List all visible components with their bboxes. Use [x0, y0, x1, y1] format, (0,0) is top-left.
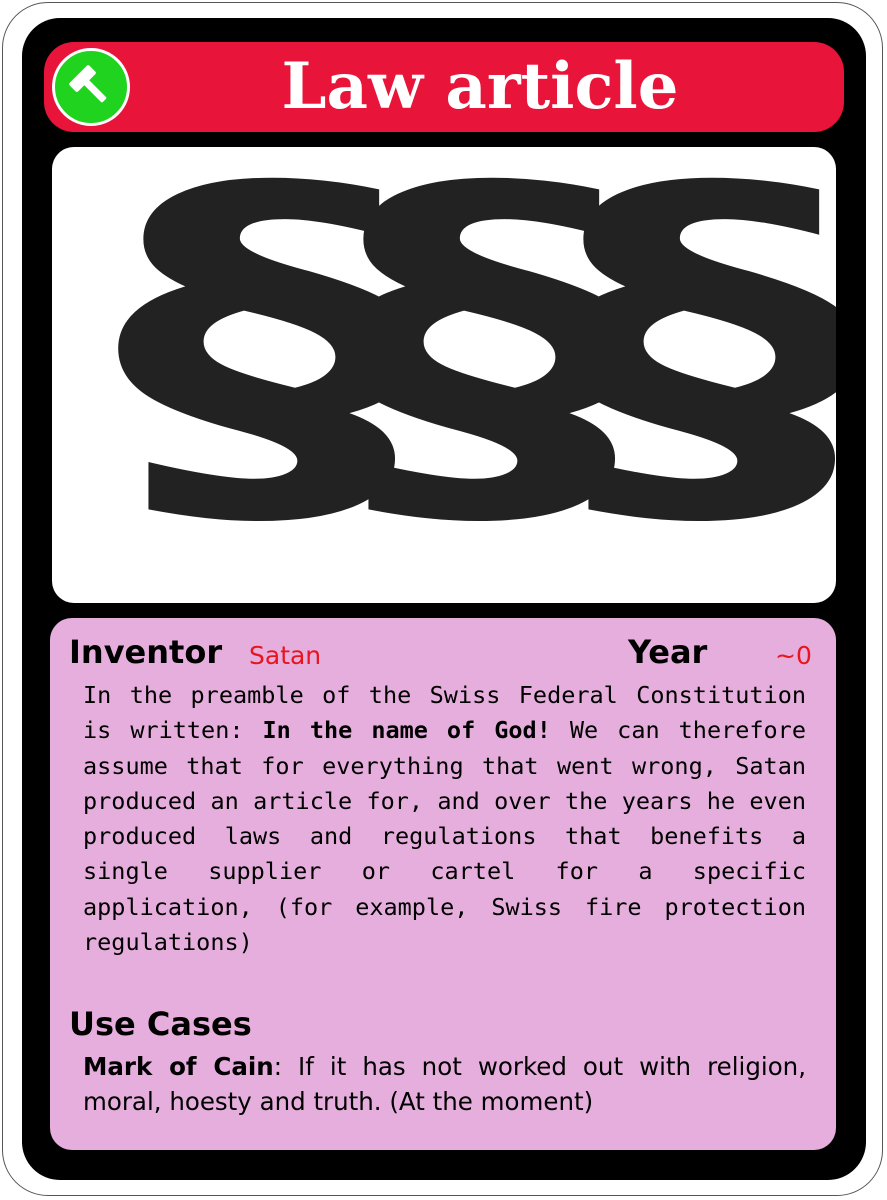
section-sign-glyphs: §§§: [114, 147, 836, 579]
year-label: Year: [628, 633, 708, 671]
inventor-label: Inventor: [69, 633, 223, 671]
use-case-item: Mark of Cain: If it has not worked out w…: [83, 1049, 806, 1119]
card-picture: §§§: [52, 147, 836, 603]
use-case-name: Mark of Cain: [83, 1052, 274, 1081]
use-cases-heading: Use Cases: [69, 1005, 252, 1043]
hammer-icon: [52, 48, 130, 126]
year-value: ~0: [775, 641, 812, 670]
description-text: In the preamble of the Swiss Federal Con…: [83, 678, 806, 960]
inventor-value: Satan: [249, 641, 322, 670]
card-title: Law article: [281, 49, 679, 124]
description-rest: We can therefore assume that for everyth…: [83, 716, 806, 957]
description-emphasis: In the name of God!: [262, 716, 551, 745]
